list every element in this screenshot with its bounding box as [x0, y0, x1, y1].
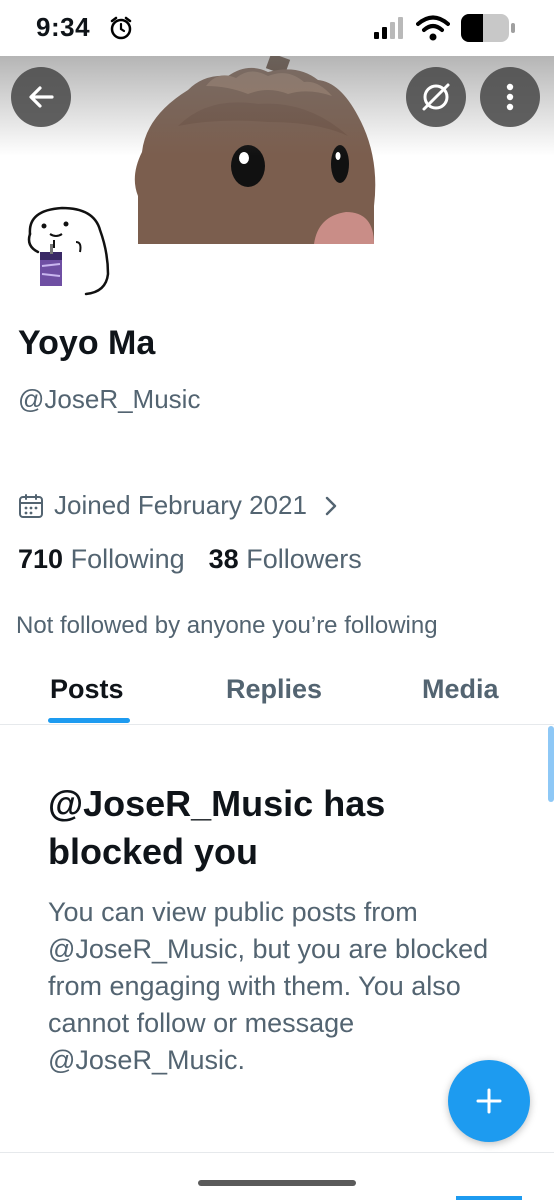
wifi-icon [416, 15, 450, 41]
joined-date-text: Joined February 2021 [54, 490, 307, 520]
followers-link[interactable]: 38 Followers [209, 544, 362, 574]
avatar-image [16, 194, 128, 306]
cellular-signal-icon [374, 17, 403, 39]
profile-handle: @JoseR_Music [18, 384, 201, 414]
followers-you-know-text: Not followed by anyone you’re following [16, 612, 438, 639]
more-vertical-icon [506, 83, 514, 111]
tab-media[interactable]: Media [422, 674, 499, 705]
scroll-indicator[interactable] [548, 726, 554, 802]
follow-stats: 710 Following 38 Followers [18, 544, 362, 575]
tab-posts[interactable]: Posts [50, 674, 124, 705]
tab-replies[interactable]: Replies [226, 674, 322, 705]
plus-icon [476, 1088, 502, 1114]
profile-tabs: Posts Replies Media [0, 660, 554, 725]
joined-date-row[interactable]: Joined February 2021 [18, 490, 339, 521]
following-label: Following [70, 544, 185, 574]
banner-gradient [0, 56, 554, 156]
blocked-title: @JoseR_Music has blocked you [48, 783, 386, 872]
home-indicator[interactable] [198, 1180, 356, 1186]
arrow-left-icon [29, 86, 54, 108]
blocked-description: You can view public posts from @JoseR_Mu… [48, 897, 489, 1075]
more-options-button[interactable] [480, 67, 540, 127]
chevron-right-icon [325, 496, 337, 515]
vpn-button[interactable] [406, 67, 466, 127]
calendar-icon [19, 493, 43, 518]
alarm-icon [110, 16, 132, 40]
bottom-divider [0, 1152, 554, 1153]
following-link[interactable]: 710 Following [18, 544, 185, 574]
followers-count: 38 [208, 544, 239, 574]
status-time: 9:34 [36, 12, 91, 42]
active-tab-indicator [48, 718, 130, 723]
profile-avatar[interactable] [12, 190, 132, 310]
compose-post-button[interactable] [448, 1060, 530, 1142]
back-button[interactable] [11, 67, 71, 127]
followers-label: Followers [246, 544, 362, 574]
display-name: Yoyo Ma [18, 324, 156, 362]
status-bar: 9:34 [0, 0, 554, 56]
battery-icon [461, 14, 515, 42]
following-count: 710 [18, 544, 64, 574]
no-sync-icon [422, 83, 450, 111]
bottom-nav-accent [456, 1196, 522, 1200]
